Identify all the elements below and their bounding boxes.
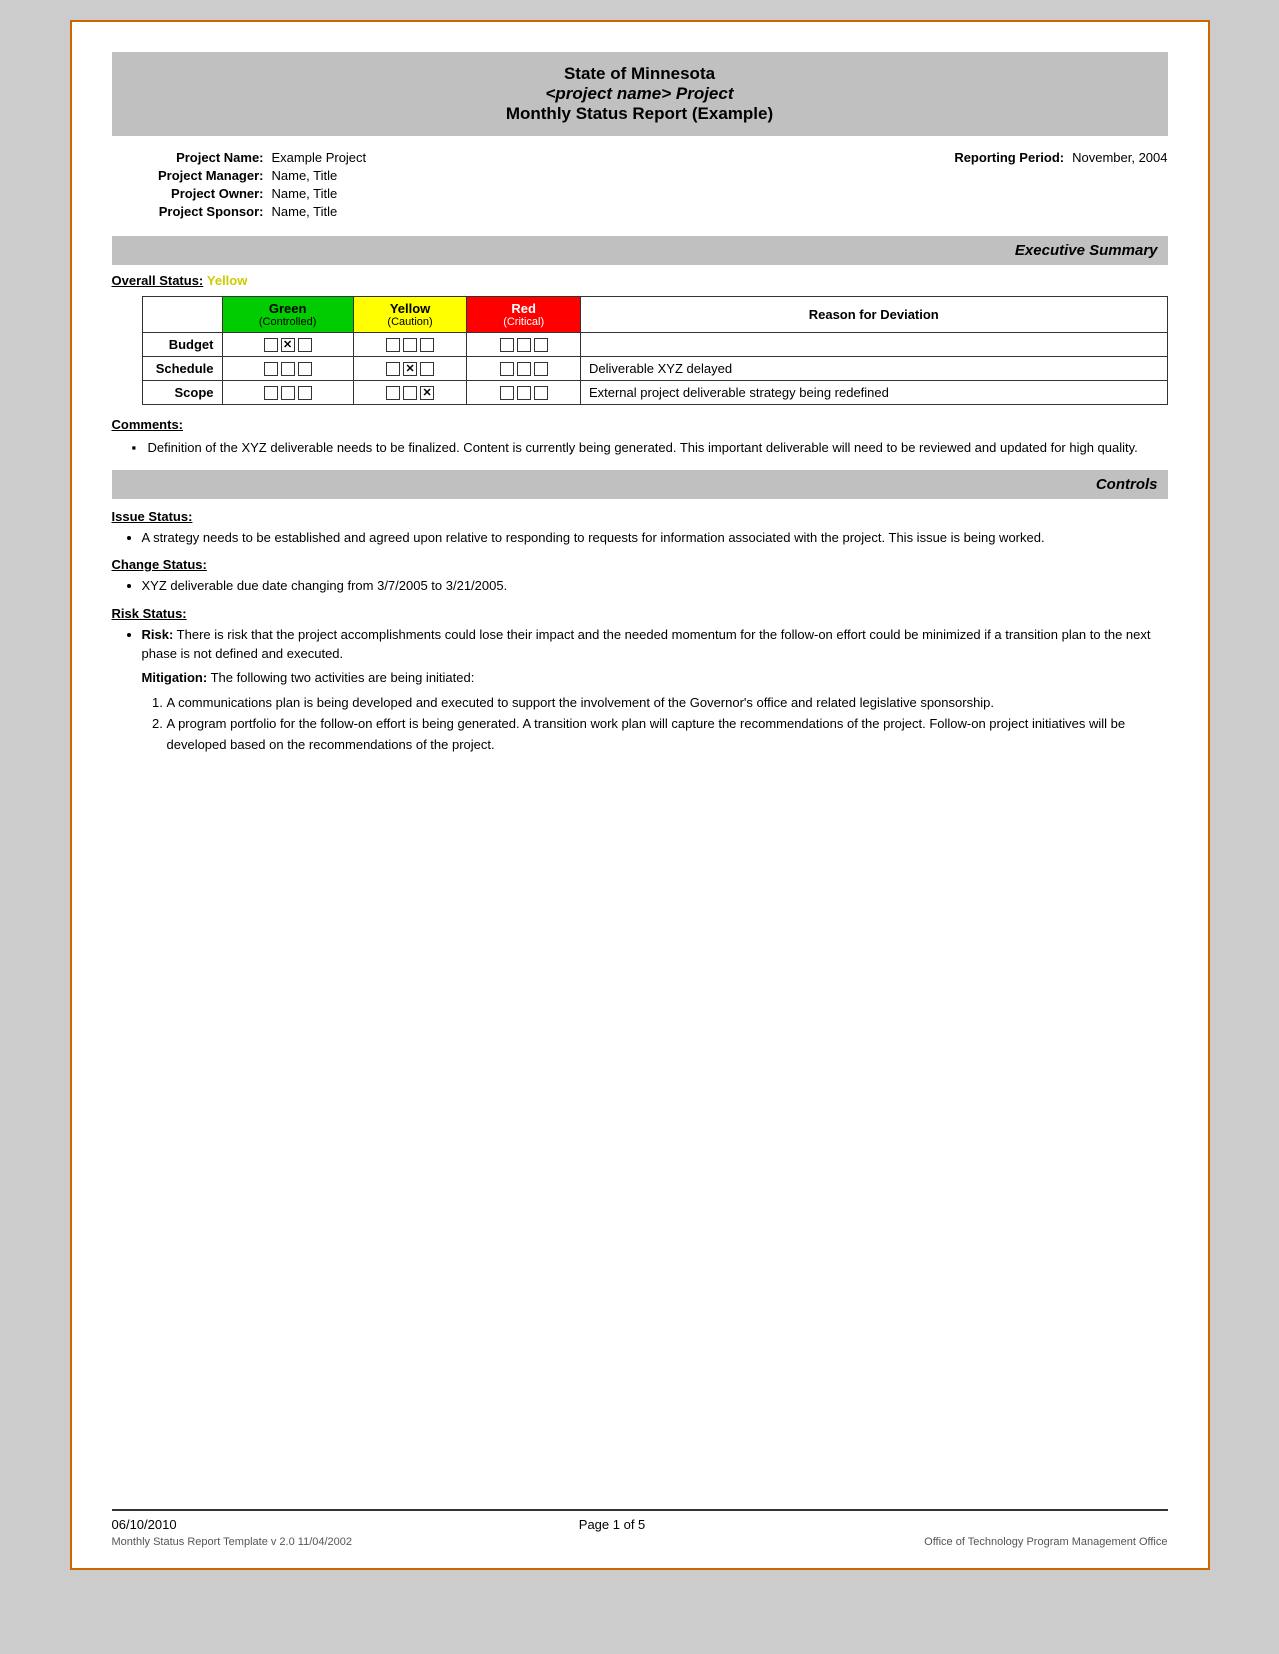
table-row-green [222, 357, 353, 381]
table-row-reason: External project deliverable strategy be… [580, 381, 1167, 405]
list-item: A communications plan is being developed… [167, 693, 1168, 714]
footer-template: Monthly Status Report Template v 2.0 11/… [112, 1536, 353, 1548]
executive-summary-label: Executive Summary [1015, 242, 1158, 259]
header-line1: State of Minnesota [122, 64, 1158, 84]
overall-status: Overall Status: Yellow [112, 273, 1168, 288]
list-item: A program portfolio for the follow-on ef… [167, 714, 1168, 756]
project-sponsor-value: Name, Title [272, 204, 1168, 219]
project-manager-label: Project Manager: [112, 168, 272, 183]
risk-list: Risk: There is risk that the project acc… [112, 625, 1168, 664]
issue-status-label: Issue Status: [112, 509, 1168, 524]
comments-section: Comments: Definition of the XYZ delivera… [112, 417, 1168, 458]
footer-page: Page 1 of 5 [579, 1517, 646, 1532]
comments-label: Comments: [112, 417, 1168, 432]
project-owner-label: Project Owner: [112, 186, 272, 201]
list-item: A strategy needs to be established and a… [142, 528, 1168, 548]
table-row-yellow [353, 381, 467, 405]
footer-office: Office of Technology Program Management … [924, 1536, 1167, 1548]
table-row-red [467, 357, 581, 381]
project-manager-value: Name, Title [272, 168, 1168, 183]
table-row-yellow [353, 357, 467, 381]
list-item: XYZ deliverable due date changing from 3… [142, 576, 1168, 596]
risk-item: Risk: There is risk that the project acc… [142, 625, 1168, 664]
mitigation-bold: Mitigation: [142, 670, 208, 685]
table-row-reason: Deliverable XYZ delayed [580, 357, 1167, 381]
project-name-label: Project Name: [112, 150, 272, 165]
page-footer: 06/10/2010 Page 1 of 5 Monthly Status Re… [112, 1509, 1168, 1548]
project-sponsor-label: Project Sponsor: [112, 204, 272, 219]
project-info: Project Name: Example Project Reporting … [112, 146, 1168, 226]
table-row-label: Scope [142, 381, 222, 405]
mitigation-list: A communications plan is being developed… [112, 693, 1168, 755]
project-name-value: Example Project [272, 150, 955, 165]
th-yellow: Yellow (Caution) [353, 297, 467, 333]
project-owner-value: Name, Title [272, 186, 1168, 201]
controls-header: Controls [112, 470, 1168, 499]
reporting-period-label: Reporting Period: [954, 150, 1072, 165]
footer-date: 06/10/2010 [112, 1517, 177, 1532]
status-table: Green (Controlled) Yellow (Caution) Red … [142, 296, 1168, 405]
table-row-green [222, 333, 353, 357]
table-row-label: Schedule [142, 357, 222, 381]
risk-status-label: Risk Status: [112, 606, 1168, 621]
overall-status-value: Yellow [207, 273, 247, 288]
th-green: Green (Controlled) [222, 297, 353, 333]
controls-section: Issue Status: A strategy needs to be est… [112, 509, 1168, 756]
th-red: Red (Critical) [467, 297, 581, 333]
table-row-red [467, 381, 581, 405]
header-line2: <project name> Project [122, 84, 1158, 104]
change-status-label: Change Status: [112, 557, 1168, 572]
page: State of Minnesota <project name> Projec… [70, 20, 1210, 1570]
issue-list: A strategy needs to be established and a… [112, 528, 1168, 548]
table-row-green [222, 381, 353, 405]
table-row-yellow [353, 333, 467, 357]
doc-header: State of Minnesota <project name> Projec… [112, 52, 1168, 136]
risk-text: There is risk that the project accomplis… [142, 627, 1151, 662]
table-row-label: Budget [142, 333, 222, 357]
reporting-period-value: November, 2004 [1072, 150, 1167, 165]
header-line3: Monthly Status Report (Example) [122, 104, 1158, 124]
change-list: XYZ deliverable due date changing from 3… [112, 576, 1168, 596]
table-row-reason [580, 333, 1167, 357]
th-reason: Reason for Deviation [580, 297, 1167, 333]
controls-label: Controls [1096, 476, 1158, 493]
table-row-red [467, 333, 581, 357]
comments-list: Definition of the XYZ deliverable needs … [112, 438, 1168, 458]
list-item: Definition of the XYZ deliverable needs … [132, 438, 1168, 458]
overall-status-label: Overall Status: [112, 273, 204, 288]
executive-summary-header: Executive Summary [112, 236, 1168, 265]
mitigation-text: Mitigation: The following two activities… [112, 668, 1168, 688]
risk-bold: Risk: [142, 627, 174, 642]
